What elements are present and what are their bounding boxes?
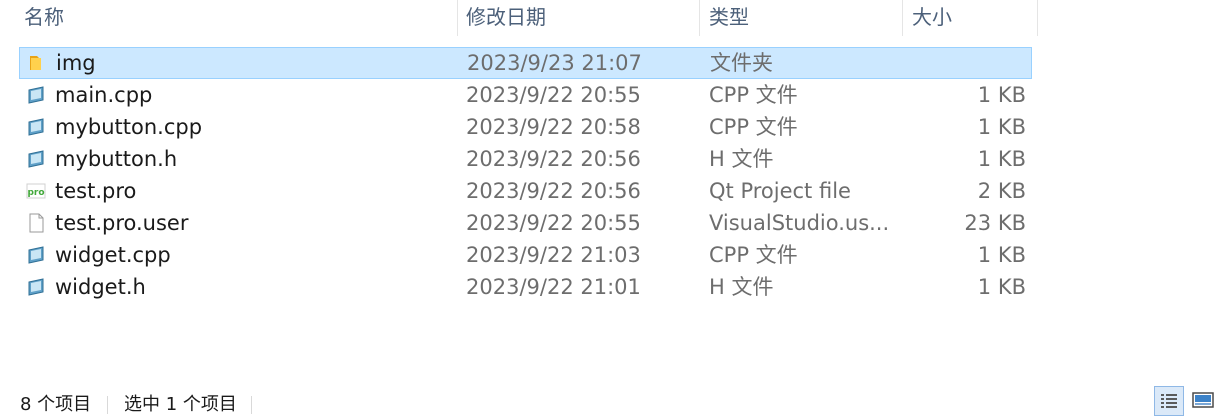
file-date: 2023/9/23 21:07 bbox=[467, 51, 642, 75]
status-bar: 8 个项目 选中 1 个项目 bbox=[0, 392, 1224, 418]
qt-pro-file-icon: pro bbox=[26, 183, 46, 199]
column-header-size[interactable]: 大小 bbox=[906, 0, 1038, 36]
file-type: CPP 文件 bbox=[709, 83, 798, 107]
file-size: 1 KB bbox=[977, 83, 1026, 107]
generic-file-icon bbox=[29, 213, 44, 233]
file-name: mybutton.h bbox=[55, 147, 178, 171]
details-view-icon bbox=[1161, 394, 1177, 408]
file-size: 1 KB bbox=[977, 115, 1026, 139]
large-icons-view-button[interactable] bbox=[1189, 386, 1219, 416]
file-row-main-cpp[interactable]: main.cpp 2023/9/22 20:55 CPP 文件 1 KB bbox=[19, 79, 1032, 111]
file-date: 2023/9/22 21:01 bbox=[466, 275, 641, 299]
selection-count: 选中 1 个项目 bbox=[124, 394, 237, 415]
large-icons-view-icon bbox=[1192, 392, 1214, 408]
file-size: 1 KB bbox=[977, 147, 1026, 171]
file-size: 2 KB bbox=[977, 179, 1026, 203]
file-type: Qt Project file bbox=[709, 179, 851, 203]
file-name: img bbox=[56, 51, 96, 75]
cpp-file-icon bbox=[28, 86, 44, 104]
column-header-name[interactable]: 名称 bbox=[18, 0, 458, 36]
file-type: 文件夹 bbox=[710, 51, 773, 75]
item-count: 8 个项目 bbox=[20, 394, 92, 415]
file-name: mybutton.cpp bbox=[55, 115, 203, 139]
h-file-icon bbox=[28, 150, 44, 168]
file-row-mybutton-cpp[interactable]: mybutton.cpp 2023/9/22 20:58 CPP 文件 1 KB bbox=[19, 111, 1032, 143]
file-row-test-pro-user[interactable]: test.pro.user 2023/9/22 20:55 VisualStud… bbox=[19, 207, 1032, 239]
file-size: 1 KB bbox=[977, 275, 1026, 299]
column-header-type[interactable]: 类型 bbox=[703, 0, 903, 36]
file-type: H 文件 bbox=[709, 275, 774, 299]
cpp-file-icon bbox=[28, 246, 44, 264]
file-row-img[interactable]: img 2023/9/23 21:07 文件夹 bbox=[19, 47, 1032, 79]
column-header: 名称 修改日期 类型 大小 bbox=[0, 0, 1040, 36]
file-date: 2023/9/22 20:55 bbox=[466, 211, 641, 235]
folder-icon bbox=[30, 56, 41, 70]
file-size: 23 KB bbox=[964, 211, 1026, 235]
file-name: widget.h bbox=[55, 275, 146, 299]
cpp-file-icon bbox=[28, 118, 44, 136]
file-date: 2023/9/22 21:03 bbox=[466, 243, 641, 267]
status-divider bbox=[107, 396, 108, 414]
file-name: main.cpp bbox=[55, 83, 153, 107]
file-date: 2023/9/22 20:56 bbox=[466, 179, 641, 203]
file-name: test.pro bbox=[55, 179, 137, 203]
svg-text:pro: pro bbox=[27, 188, 44, 198]
file-type: VisualStudio.us... bbox=[709, 211, 890, 235]
file-type: H 文件 bbox=[709, 147, 774, 171]
file-row-test-pro[interactable]: pro test.pro 2023/9/22 20:56 Qt Project … bbox=[19, 175, 1032, 207]
file-row-widget-cpp[interactable]: widget.cpp 2023/9/22 21:03 CPP 文件 1 KB bbox=[19, 239, 1032, 271]
status-divider bbox=[251, 396, 252, 414]
file-row-mybutton-h[interactable]: mybutton.h 2023/9/22 20:56 H 文件 1 KB bbox=[19, 143, 1032, 175]
file-size: 1 KB bbox=[977, 243, 1026, 267]
details-view-button[interactable] bbox=[1154, 386, 1184, 416]
file-name: widget.cpp bbox=[55, 243, 171, 267]
h-file-icon bbox=[28, 278, 44, 296]
file-date: 2023/9/22 20:56 bbox=[466, 147, 641, 171]
file-row-widget-h[interactable]: widget.h 2023/9/22 21:01 H 文件 1 KB bbox=[19, 271, 1032, 303]
file-type: CPP 文件 bbox=[709, 243, 798, 267]
file-date: 2023/9/22 20:58 bbox=[466, 115, 641, 139]
file-type: CPP 文件 bbox=[709, 115, 798, 139]
column-header-date[interactable]: 修改日期 bbox=[460, 0, 700, 36]
file-name: test.pro.user bbox=[55, 211, 189, 235]
file-date: 2023/9/22 20:55 bbox=[466, 83, 641, 107]
file-list: img 2023/9/23 21:07 文件夹 main.cpp 2023/9/… bbox=[19, 47, 1032, 303]
